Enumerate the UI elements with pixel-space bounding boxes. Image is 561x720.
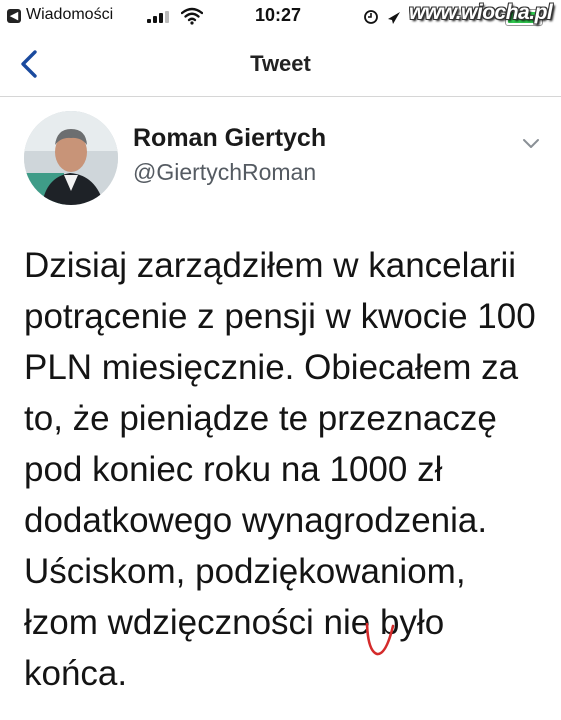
handwritten-red-mark (365, 622, 395, 656)
avatar[interactable] (24, 111, 118, 205)
tweet-line: Dzisiaj zarządziłem w kancelarii (24, 246, 517, 285)
tweet-line: końca. (24, 654, 128, 693)
navigation-bar: Tweet (0, 32, 561, 97)
author-handle[interactable]: @GiertychRoman (133, 159, 316, 186)
watermark-text: www.wiocha.pl (409, 1, 553, 24)
tweet-line: potrącenie z pensji w kwocie 100 (24, 297, 536, 336)
status-clock: 10:27 (255, 5, 302, 25)
back-to-app-label[interactable]: Wiadomości (26, 6, 113, 24)
tweet-line: pod koniec roku na 1000 zł (24, 450, 443, 489)
tweet-text: Dzisiaj zarządziłem w kancelarii potrącen… (24, 240, 554, 699)
tweet-line: to, że pieniądze te przeznaczę (24, 399, 497, 438)
wifi-icon (181, 7, 203, 25)
page-title: Tweet (250, 51, 311, 76)
tweet-line: łzom wdzięczności nie było (24, 603, 445, 642)
profile-photo (24, 111, 118, 205)
chevron-down-icon[interactable] (518, 130, 544, 156)
cellular-signal-icon (147, 11, 171, 23)
tweet-line: Uściskom, podziękowaniom, (24, 552, 466, 591)
screen-lock-icon (364, 10, 378, 24)
back-to-app-icon[interactable]: ◀ (7, 9, 21, 23)
status-bar: ◀ Wiadomości 10:27 www.wiocha.pl (0, 0, 561, 32)
tweet-line: dodatkowego wynagrodzenia. (24, 501, 488, 540)
author-name[interactable]: Roman Giertych (133, 124, 326, 153)
tweet-line: PLN miesięcznie. Obiecałem za (24, 348, 519, 387)
location-arrow-icon (388, 12, 400, 24)
